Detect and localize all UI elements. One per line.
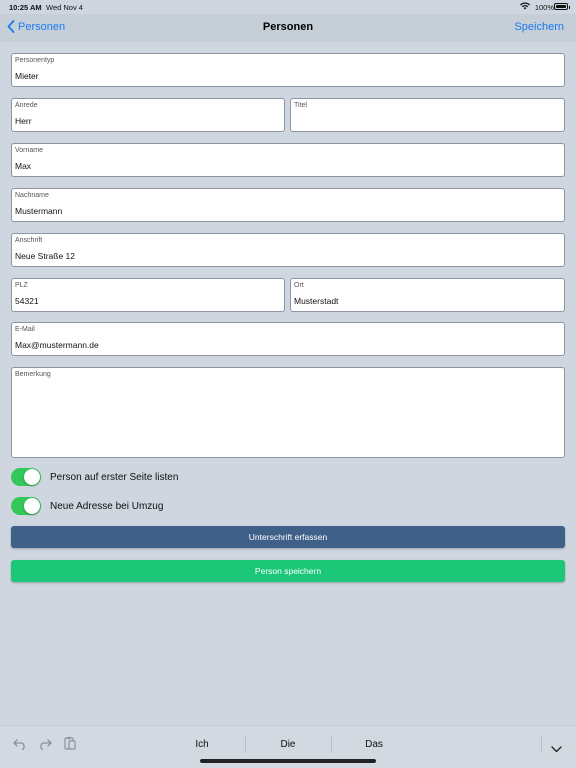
navigation-bar: Personen Personen Speichern	[0, 14, 576, 42]
keyboard-suggestion[interactable]: Das	[344, 739, 404, 750]
bemerkung-field[interactable]: Bemerkung	[11, 367, 565, 458]
chevron-down-icon[interactable]	[551, 740, 562, 758]
redo-icon[interactable]	[38, 737, 52, 755]
personentyp-field[interactable]: Personentyp Mieter	[11, 53, 565, 87]
save-nav-button[interactable]: Speichern	[514, 21, 564, 33]
anschrift-field[interactable]: Anschrift Neue Straße 12	[11, 233, 565, 267]
battery-icon	[554, 3, 570, 10]
first-page-toggle[interactable]	[11, 468, 41, 486]
battery-percentage: 100%	[534, 3, 554, 12]
field-label: E-Mail	[15, 326, 35, 333]
email-field[interactable]: E-Mail Max@mustermann.de	[11, 322, 565, 356]
nachname-field[interactable]: Nachname Mustermann	[11, 188, 565, 222]
field-value: Musterstadt	[294, 296, 339, 306]
field-label: Vorname	[15, 147, 44, 154]
undo-icon[interactable]	[13, 737, 27, 755]
field-value: Mieter	[15, 71, 39, 81]
new-address-toggle[interactable]	[11, 497, 41, 515]
wifi-icon	[520, 2, 530, 12]
toggle-label: Person auf erster Seite listen	[50, 471, 179, 483]
field-label: Nachname	[15, 192, 49, 199]
capture-signature-button[interactable]: Unterschrift erfassen	[11, 526, 565, 548]
plz-field[interactable]: PLZ 54321	[11, 278, 285, 312]
field-label: Ort	[294, 282, 304, 289]
field-value: Neue Straße 12	[15, 251, 76, 261]
suggestion-divider	[245, 735, 246, 753]
status-bar: 10:25 AM Wed Nov 4 100%	[0, 0, 576, 14]
status-time: 10:25 AM	[9, 3, 42, 12]
titel-field[interactable]: Titel	[290, 98, 565, 132]
field-value: Max@mustermann.de	[15, 340, 99, 350]
field-value: Max	[15, 161, 32, 171]
toggle-label: Neue Adresse bei Umzug	[50, 500, 164, 512]
field-label: Bemerkung	[15, 371, 51, 378]
anrede-field[interactable]: Anrede Herr	[11, 98, 285, 132]
home-indicator	[200, 759, 376, 763]
paste-icon[interactable]	[64, 736, 76, 755]
save-person-button[interactable]: Person speichern	[11, 560, 565, 582]
field-value: Mustermann	[15, 206, 63, 216]
suggestion-divider	[331, 735, 332, 753]
keyboard-suggestion[interactable]: Ich	[172, 739, 232, 750]
status-date: Wed Nov 4	[46, 3, 83, 12]
ort-field[interactable]: Ort Musterstadt	[290, 278, 565, 312]
field-label: Anrede	[15, 102, 38, 109]
toggle-row-first-page: Person auf erster Seite listen	[11, 468, 178, 486]
field-value: Herr	[15, 116, 32, 126]
field-label: Anschrift	[15, 237, 43, 244]
toggle-knob	[24, 469, 40, 485]
field-label: PLZ	[15, 282, 28, 289]
vorname-field[interactable]: Vorname Max	[11, 143, 565, 177]
toggle-row-new-address: Neue Adresse bei Umzug	[11, 497, 163, 515]
keyboard-suggestion[interactable]: Die	[258, 739, 318, 750]
field-value: 54321	[15, 296, 39, 306]
field-label: Personentyp	[15, 57, 55, 64]
suggestion-divider	[541, 735, 542, 753]
toggle-knob	[24, 498, 40, 514]
field-label: Titel	[294, 102, 307, 109]
page-title: Personen	[262, 21, 314, 33]
